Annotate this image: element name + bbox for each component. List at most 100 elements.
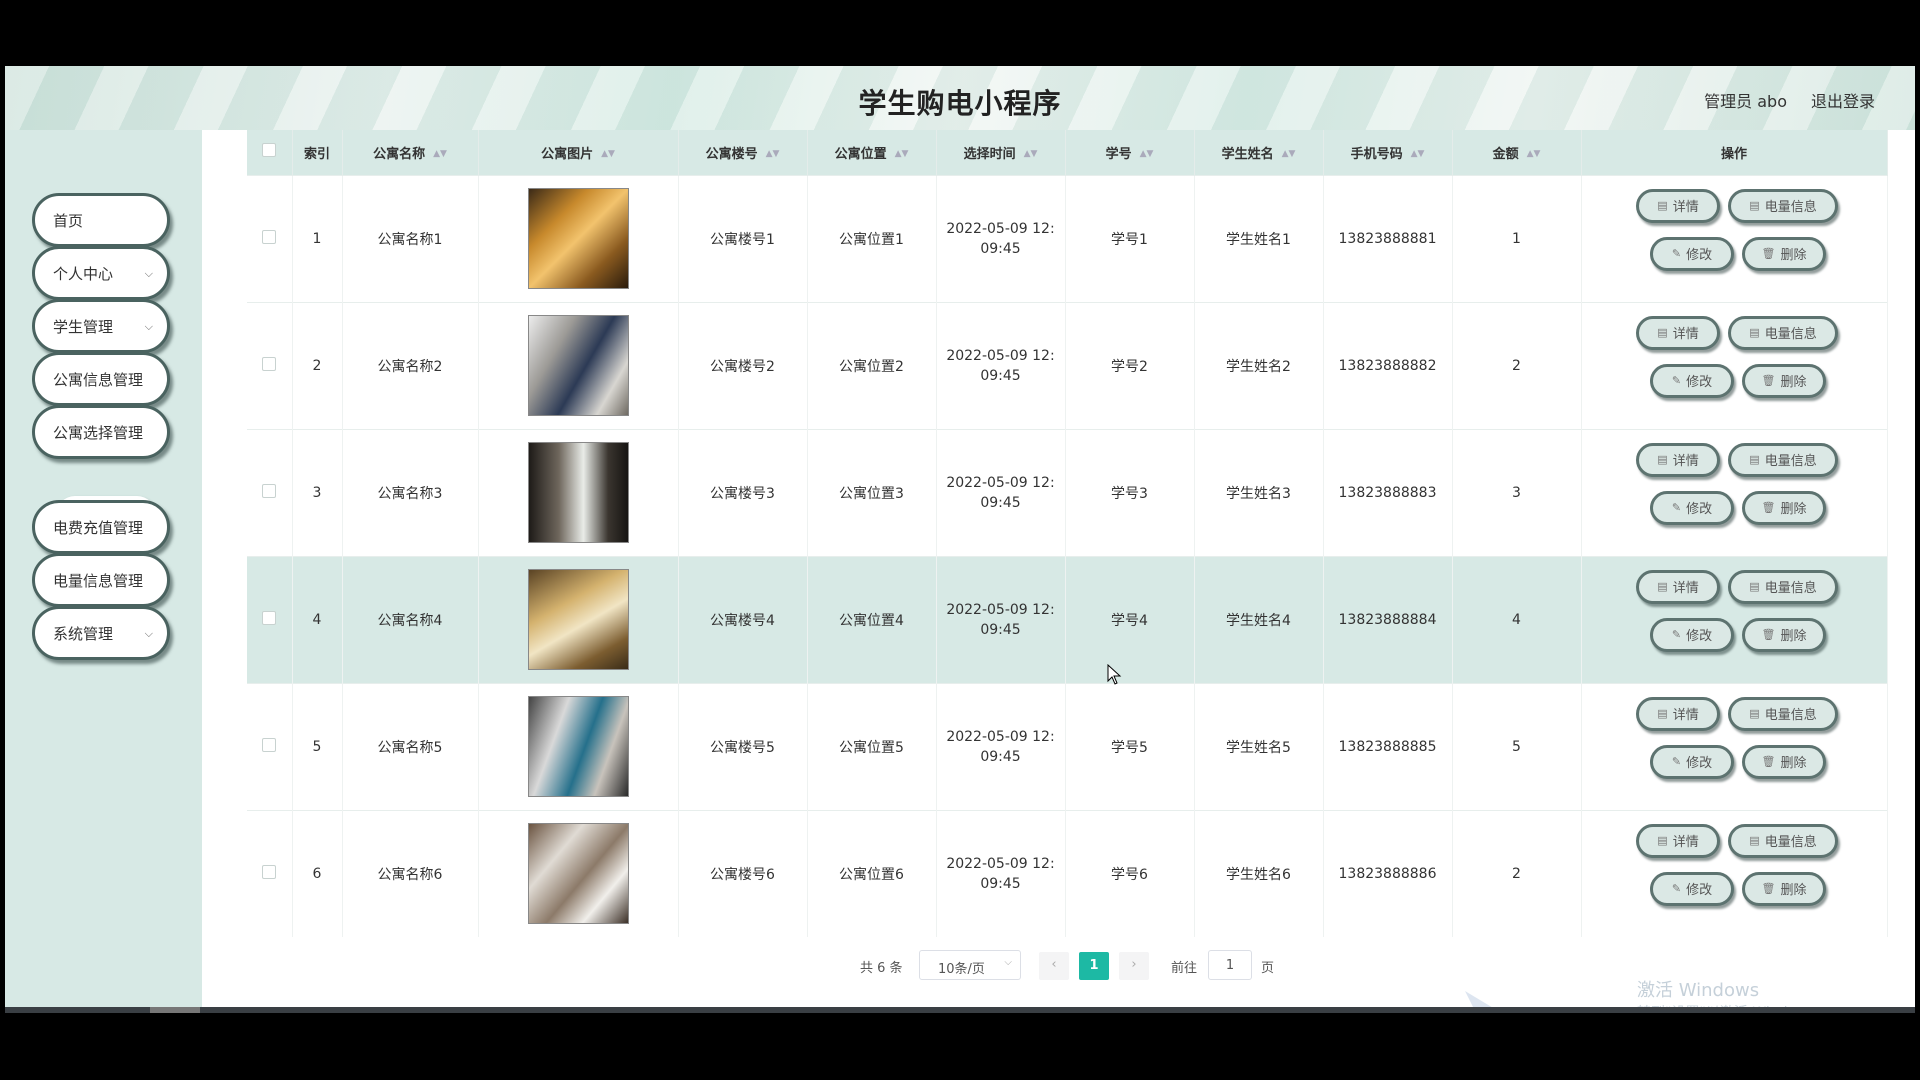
time-date: 2022-05-09 12: [946,347,1055,364]
detail-button[interactable]: ▤ 详情 [1636,696,1720,731]
column-header[interactable]: 公寓图片 ▲▼ [478,130,679,175]
scrollbar-thumb[interactable] [150,1007,200,1013]
delete-button[interactable]: 🗑 删除 [1742,236,1826,271]
column-header[interactable]: 公寓名称 ▲▼ [342,130,479,175]
pencil-icon: ✎ [1671,501,1682,514]
time-date: 2022-05-09 12: [946,601,1055,618]
row-checkbox[interactable] [262,229,277,244]
row-checkbox[interactable] [262,610,277,625]
detail-button[interactable]: ▤ 详情 [1636,823,1720,858]
delete-button[interactable]: 🗑 删除 [1742,871,1826,906]
cell-student-id: 学号2 [1065,301,1195,429]
sort-icon[interactable]: ▲▼ [433,149,447,159]
select-all-checkbox[interactable] [262,143,277,158]
prev-page-button[interactable]: ‹ [1039,952,1069,980]
cell-actions: ▤ 详情 ▤ 电量信息 ✎ 修改 🗑 删除 [1581,809,1888,937]
trash-icon: 🗑 [1761,501,1776,514]
edit-button[interactable]: ✎ 修改 [1650,236,1734,271]
row-checkbox[interactable] [262,356,277,371]
column-header[interactable]: 公寓楼号 ▲▼ [678,130,808,175]
time-date: 2022-05-09 12: [946,474,1055,491]
pencil-icon: ✎ [1671,882,1682,896]
table-row[interactable]: 1 公寓名称1 公寓楼号1 公寓位置1 2022-05-09 12: 09:45 学号1 学生… [247,174,1888,302]
sort-icon[interactable]: ▲▼ [1527,149,1541,159]
next-page-button[interactable]: › [1119,952,1149,980]
cell-amount: 5 [1452,682,1582,810]
row-checkbox[interactable] [262,483,277,498]
row-checkbox[interactable] [262,737,277,752]
sidebar-item[interactable]: 系统管理 ⌵ [32,606,170,660]
cell-index: 6 [292,809,343,937]
sort-icon[interactable]: ▲▼ [1140,149,1154,159]
cell-phone: 13823888886 [1323,809,1453,937]
sidebar-item[interactable]: 电费充值管理 [32,500,170,554]
table-row[interactable]: 4 公寓名称4 公寓楼号4 公寓位置4 2022-05-09 12: 09:45 学号4 学生… [247,555,1888,683]
delete-button[interactable]: 🗑 删除 [1742,363,1826,398]
sidebar-item[interactable]: 首页 [32,193,170,247]
sort-icon[interactable]: ▲▼ [601,149,615,159]
power-info-button[interactable]: ▤ 电量信息 [1728,696,1838,731]
page-number-current[interactable]: 1 [1079,952,1109,980]
edit-button[interactable]: ✎ 修改 [1650,490,1734,525]
sort-icon[interactable]: ▲▼ [1282,149,1296,159]
column-header[interactable]: 手机号码 ▲▼ [1323,130,1453,175]
apartment-photo[interactable] [527,188,629,289]
delete-button[interactable]: 🗑 删除 [1742,744,1826,779]
power-info-button[interactable]: ▤ 电量信息 [1728,569,1838,604]
horizontal-scrollbar[interactable] [5,1007,1915,1013]
cell-actions: ▤ 详情 ▤ 电量信息 ✎ 修改 🗑 删除 [1581,428,1888,556]
apartment-photo[interactable] [527,569,629,670]
cell-name: 公寓名称2 [342,301,479,429]
detail-button[interactable]: ▤ 详情 [1636,569,1720,604]
cell-building: 公寓楼号2 [678,301,808,429]
sidebar-item-label: 公寓选择管理 [53,423,144,442]
detail-button[interactable]: ▤ 详情 [1636,315,1720,350]
table-row[interactable]: 5 公寓名称5 公寓楼号5 公寓位置5 2022-05-09 12: 09:45 学号5 学生… [247,682,1888,810]
apartment-photo[interactable] [527,823,629,925]
power-info-button[interactable]: ▤ 电量信息 [1728,823,1838,858]
edit-button[interactable]: ✎ 修改 [1650,871,1734,906]
detail-button[interactable]: ▤ 详情 [1636,442,1720,477]
edit-button[interactable]: ✎ 修改 [1650,617,1734,652]
delete-button[interactable]: 🗑 删除 [1742,490,1826,525]
sort-icon[interactable]: ▲▼ [895,149,909,159]
apartment-photo[interactable] [527,315,629,416]
power-info-button[interactable]: ▤ 电量信息 [1728,442,1838,477]
column-header[interactable]: 金额 ▲▼ [1452,130,1582,175]
delete-button[interactable]: 🗑 删除 [1742,617,1826,652]
power-info-button[interactable]: ▤ 电量信息 [1728,315,1838,350]
cell-phone: 13823888885 [1323,682,1453,810]
sidebar-item[interactable]: 个人中心 ⌵ [32,246,170,300]
logout-link[interactable]: 退出登录 [1811,88,1875,112]
edit-button[interactable]: ✎ 修改 [1650,744,1734,779]
sort-icon[interactable]: ▲▼ [1411,149,1425,159]
power-info-button[interactable]: ▤ 电量信息 [1728,188,1838,223]
table-row[interactable]: 3 公寓名称3 公寓楼号3 公寓位置3 2022-05-09 12: 09:45 学号3 学生… [247,428,1888,556]
header: 学生购电小程序 管理员 abo 退出登录 [5,66,1915,130]
column-header[interactable]: 学生姓名 ▲▼ [1194,130,1324,175]
row-checkbox[interactable] [262,864,277,879]
sort-icon[interactable]: ▲▼ [766,149,780,159]
table-row[interactable]: 2 公寓名称2 公寓楼号2 公寓位置2 2022-05-09 12: 09:45 学号2 学生… [247,301,1888,429]
column-header[interactable]: 公寓位置 ▲▼ [807,130,937,175]
table-row[interactable]: 6 公寓名称6 公寓楼号6 公寓位置6 2022-05-09 12: 09:45 学号6 学生… [247,809,1888,937]
column-header[interactable]: 学号 ▲▼ [1065,130,1195,175]
page-size-select[interactable]: 10条/页 ⌵ [919,950,1021,980]
sort-icon[interactable]: ▲▼ [1024,149,1038,159]
document-icon: ▤ [1749,326,1760,339]
edit-button[interactable]: ✎ 修改 [1650,363,1734,398]
sidebar-item[interactable]: 公寓信息管理 [32,352,170,406]
cell-student-name: 学生姓名1 [1194,174,1324,302]
sidebar-item-label: 系统管理 [53,624,114,643]
apartment-photo[interactable] [527,696,629,797]
detail-button[interactable]: ▤ 详情 [1636,188,1720,223]
sidebar-item[interactable]: 电量信息管理 [32,553,170,607]
document-icon: ▤ [1749,834,1760,848]
apartment-photo[interactable] [527,442,629,543]
goto-page-input[interactable] [1208,950,1252,980]
sidebar-item[interactable]: 学生管理 ⌵ [32,299,170,353]
table-body: 1 公寓名称1 公寓楼号1 公寓位置1 2022-05-09 12: 09:45 学号1 学生… [247,174,1888,937]
column-header[interactable]: 选择时间 ▲▼ [936,130,1066,175]
pagination-total: 共 6 条 [860,961,903,976]
sidebar-item[interactable]: 公寓选择管理 [32,405,170,459]
